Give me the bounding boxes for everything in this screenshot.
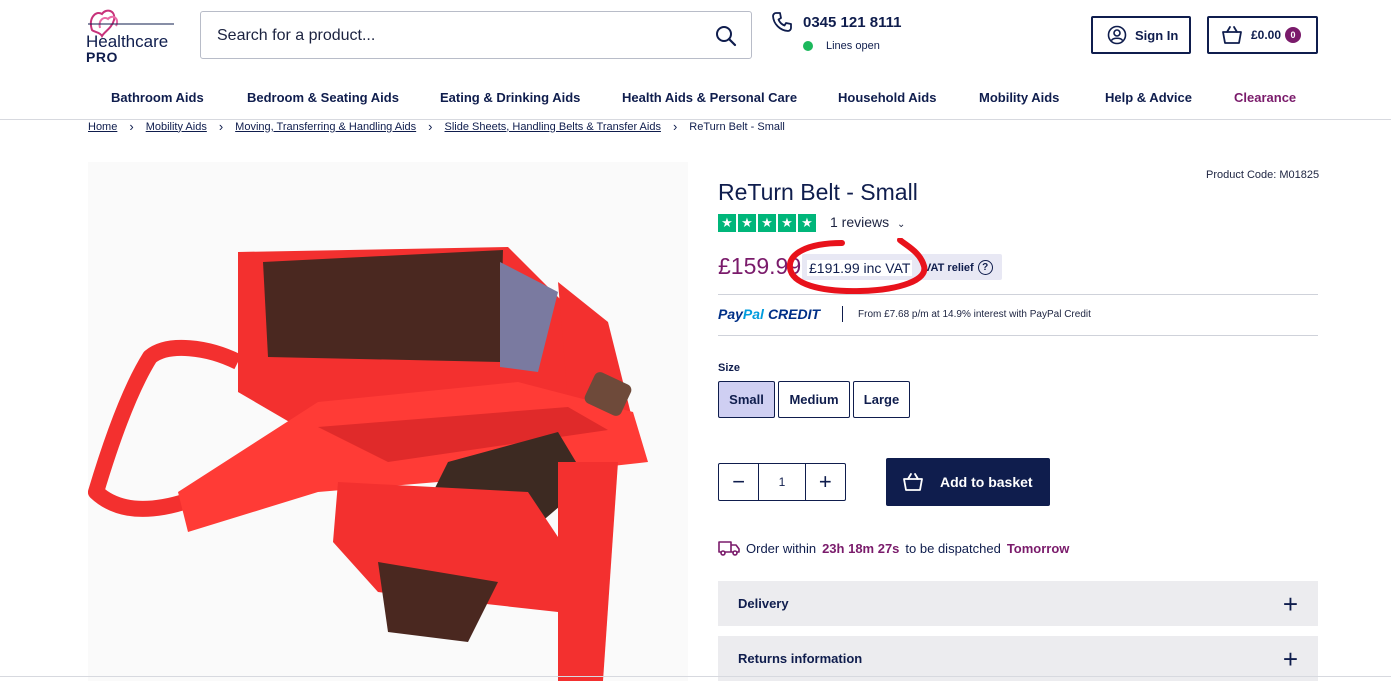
vat-relief-link[interactable]: VAT relief ? — [924, 260, 993, 275]
basket-icon — [903, 473, 923, 491]
size-option-small[interactable]: Small — [718, 381, 775, 418]
quantity-stepper: − 1 + — [718, 463, 846, 501]
user-icon — [1107, 25, 1127, 45]
plus-icon: + — [1282, 588, 1298, 619]
accordion-delivery[interactable]: Delivery + — [718, 581, 1318, 626]
basket-total: £0.00 — [1251, 28, 1282, 42]
nav-item-help-advice[interactable]: Help & Advice — [1105, 90, 1192, 105]
basket-count-badge: 0 — [1285, 27, 1302, 43]
dispatch-time: 23h 18m 27s — [822, 540, 900, 556]
size-label: Size — [718, 362, 741, 374]
delivery-van-icon — [718, 541, 740, 556]
nav-item-household-aids[interactable]: Household Aids — [838, 90, 936, 105]
size-option-medium[interactable]: Medium — [778, 381, 850, 418]
nav-item-bedroom-seating-aids[interactable]: Bedroom & Seating Aids — [247, 90, 399, 105]
accordion-returns[interactable]: Returns information + — [718, 636, 1318, 681]
reviews-link[interactable]: 1 reviews ⌄ — [830, 214, 905, 230]
dispatch-countdown: Order within 23h 18m 27s to be dispatche… — [718, 540, 1069, 556]
nav-item-eating-drinking-aids[interactable]: Eating & Drinking Aids — [440, 90, 580, 105]
logo-pro: PRO — [86, 49, 118, 65]
sign-in-label: Sign In — [1135, 27, 1179, 43]
star-icon: ★ — [798, 214, 816, 232]
star-icon: ★ — [718, 214, 736, 232]
accordion-delivery-label: Delivery — [738, 596, 789, 611]
dispatch-prefix: Order within — [746, 540, 817, 556]
phone-icon — [772, 12, 792, 32]
nav-item-mobility-aids[interactable]: Mobility Aids — [979, 90, 1059, 105]
help-icon: ? — [977, 260, 993, 275]
product-title: ReTurn Belt - Small — [718, 179, 918, 205]
product-code: Product Code: M01825 — [1206, 169, 1320, 181]
breadcrumb-moving-transferring[interactable]: Moving, Transferring & Handling Aids — [235, 121, 416, 133]
chevron-right-icon: › — [218, 119, 224, 134]
breadcrumb-home[interactable]: Home — [88, 121, 117, 133]
dispatch-mid: to be dispatched — [905, 540, 1001, 556]
search-input[interactable] — [217, 24, 697, 48]
lines-open-text: Lines open — [826, 40, 880, 52]
paypal-credit-logo: PayPal CREDIT — [718, 306, 821, 322]
chevron-down-icon: ⌄ — [897, 219, 906, 230]
logo-text: Healthcare — [86, 32, 169, 51]
main-navigation: Bathroom Aids Bedroom & Seating Aids Eat… — [0, 80, 1391, 118]
star-icon: ★ — [778, 214, 796, 232]
reviews-count: 1 reviews — [830, 214, 890, 230]
return-belt-image-icon — [88, 247, 648, 681]
breadcrumb-slide-sheets[interactable]: Slide Sheets, Handling Belts & Transfer … — [445, 121, 661, 133]
basket-button[interactable]: £0.00 0 — [1207, 16, 1318, 54]
breadcrumb: Home › Mobility Aids › Moving, Transferr… — [88, 119, 785, 134]
chevron-right-icon: › — [129, 119, 134, 134]
plus-icon: + — [1282, 643, 1298, 674]
price-divider — [718, 294, 1318, 295]
add-to-basket-label: Add to basket — [940, 474, 1033, 490]
nav-item-clearance[interactable]: Clearance — [1234, 90, 1296, 105]
search-icon[interactable] — [715, 25, 737, 47]
breadcrumb-current: ReTurn Belt - Small — [689, 120, 785, 133]
product-image[interactable] — [88, 162, 688, 681]
star-icon: ★ — [758, 214, 776, 232]
paypal-divider-bottom — [718, 335, 1318, 336]
nav-item-health-aids-personal-care[interactable]: Health Aids & Personal Care — [622, 90, 797, 105]
chevron-right-icon: › — [428, 119, 433, 134]
bottom-divider — [0, 676, 1391, 677]
trustpilot-rating[interactable]: ★ ★ ★ ★ ★ — [718, 214, 816, 232]
paypal-credit-text: From £7.68 p/m at 14.9% interest with Pa… — [858, 309, 1091, 320]
chevron-right-icon: › — [672, 119, 678, 134]
minus-icon[interactable]: − — [719, 464, 758, 500]
lines-open-status-dot — [803, 41, 813, 51]
phone-number[interactable]: 0345 121 8111 — [803, 14, 901, 31]
paypal-divider — [842, 306, 843, 322]
quantity-value[interactable]: 1 — [758, 464, 806, 500]
size-option-large[interactable]: Large — [853, 381, 910, 418]
red-circle-annotation-icon — [786, 238, 928, 295]
sign-in-button[interactable]: Sign In — [1091, 16, 1191, 54]
breadcrumb-mobility-aids[interactable]: Mobility Aids — [146, 121, 207, 133]
nav-item-bathroom-aids[interactable]: Bathroom Aids — [111, 90, 204, 105]
star-icon: ★ — [738, 214, 756, 232]
search-box[interactable] — [200, 11, 752, 59]
dispatch-day: Tomorrow — [1006, 540, 1070, 556]
add-to-basket-button[interactable]: Add to basket — [886, 458, 1050, 506]
accordion-returns-label: Returns information — [738, 651, 863, 666]
basket-icon — [1222, 26, 1242, 44]
plus-icon[interactable]: + — [806, 464, 845, 500]
